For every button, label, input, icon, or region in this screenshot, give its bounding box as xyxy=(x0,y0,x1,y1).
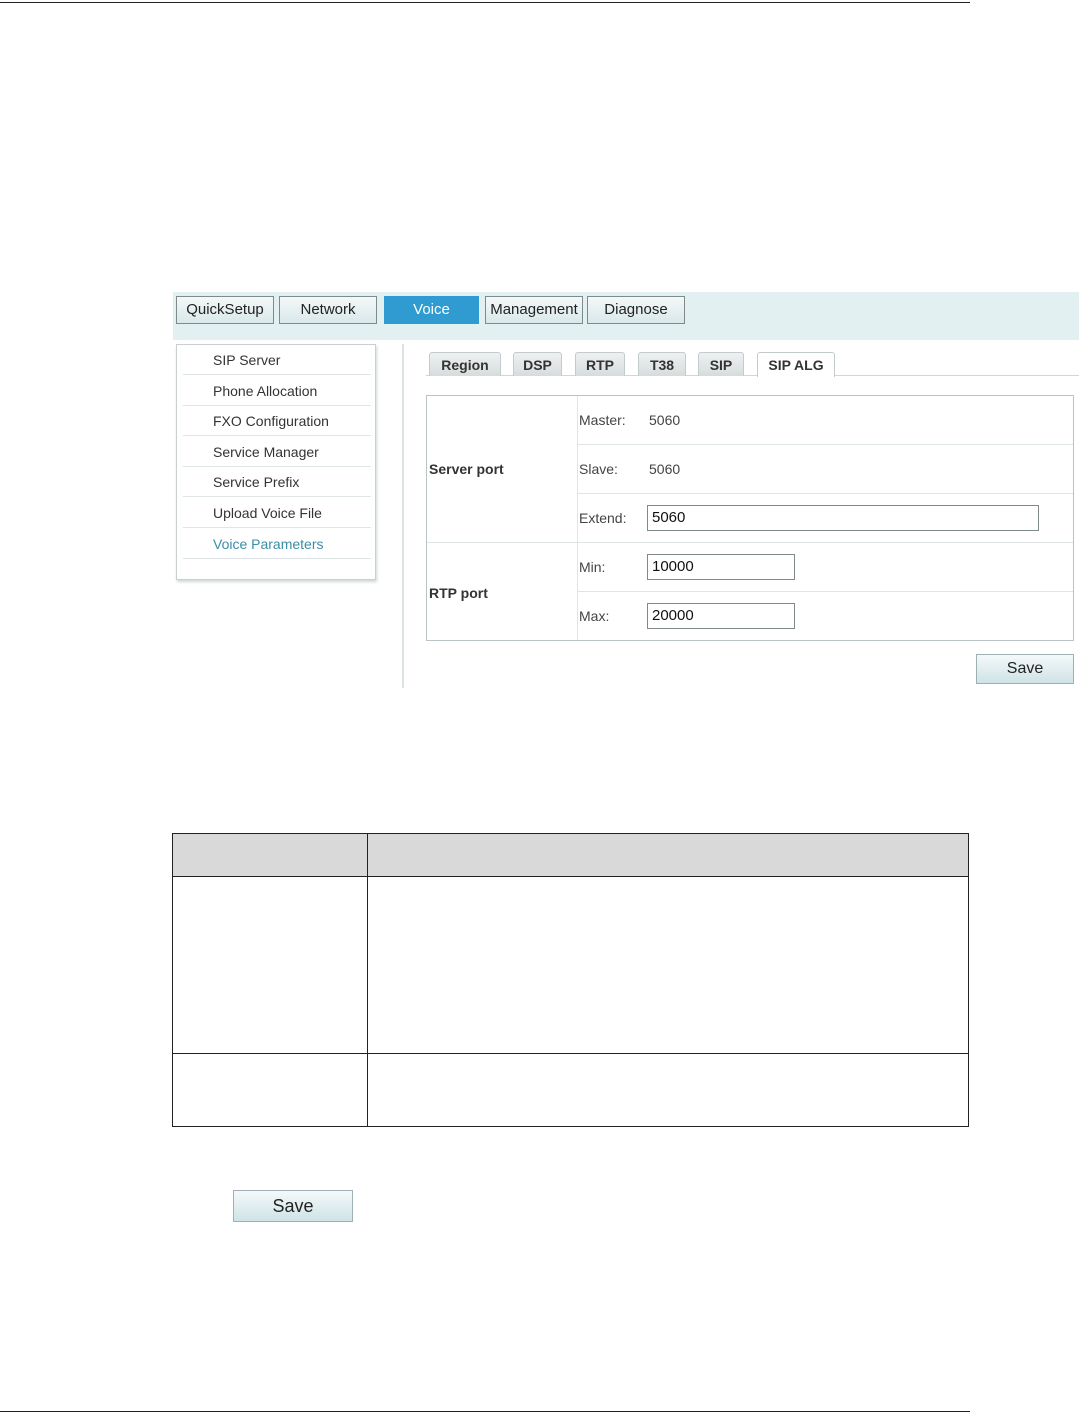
extend-port-input[interactable]: 5060 xyxy=(647,505,1039,531)
tab-sip-alg[interactable]: SIP ALG xyxy=(757,352,835,377)
sidebar-item-sip-server[interactable]: SIP Server xyxy=(183,345,371,375)
sidebar-item-upload-voice-file[interactable]: Upload Voice File xyxy=(183,498,371,528)
max-label: Max: xyxy=(579,608,610,624)
table-cell xyxy=(172,876,368,1054)
nav-tab-voice[interactable]: Voice xyxy=(384,296,479,324)
nav-tab-network[interactable]: Network xyxy=(279,296,377,324)
parameter-table xyxy=(172,833,969,1127)
rtp-min-input[interactable]: 10000 xyxy=(647,554,795,580)
sip-alg-form: Server port Master: 5060 Slave: 5060 Ext… xyxy=(426,395,1074,641)
master-value: 5060 xyxy=(649,412,681,428)
save-button[interactable]: Save xyxy=(976,654,1074,684)
min-label: Min: xyxy=(579,559,606,575)
table-cell xyxy=(367,876,969,1054)
table-row xyxy=(172,1053,969,1127)
master-label: Master: xyxy=(579,412,626,428)
rtp-max-input[interactable]: 20000 xyxy=(647,603,795,629)
table-header-row xyxy=(172,833,969,877)
sidebar-item-fxo-configuration[interactable]: FXO Configuration xyxy=(183,406,371,436)
tab-region[interactable]: Region xyxy=(429,352,501,376)
nav-tab-management[interactable]: Management xyxy=(485,296,583,324)
top-nav: QuickSetup Network Voice Management Diag… xyxy=(173,292,1079,340)
footer-rule xyxy=(0,1411,970,1412)
tab-t38[interactable]: T38 xyxy=(638,352,686,376)
header-rule xyxy=(0,2,970,3)
screenshot-panel: QuickSetup Network Voice Management Diag… xyxy=(173,292,1079,688)
rtp-port-label: RTP port xyxy=(429,585,488,601)
row-divider xyxy=(577,493,1073,494)
slave-label: Slave: xyxy=(579,461,618,477)
table-row xyxy=(172,876,969,1054)
row-divider xyxy=(577,444,1073,445)
server-port-label: Server port xyxy=(429,461,504,477)
sidebar-item-phone-allocation[interactable]: Phone Allocation xyxy=(183,376,371,406)
sidebar: SIP Server Phone Allocation FXO Configur… xyxy=(176,344,376,580)
table-header-cell xyxy=(172,833,368,877)
slave-value: 5060 xyxy=(649,461,681,477)
nav-tab-diagnose[interactable]: Diagnose xyxy=(587,296,685,324)
nav-tab-quicksetup[interactable]: QuickSetup xyxy=(176,296,274,324)
group-divider xyxy=(427,542,1073,543)
tab-rtp[interactable]: RTP xyxy=(575,352,625,376)
extend-label: Extend: xyxy=(579,510,627,526)
table-header-cell xyxy=(367,833,969,877)
table-cell xyxy=(172,1053,368,1127)
table-cell xyxy=(367,1053,969,1127)
tab-dsp[interactable]: DSP xyxy=(513,352,562,376)
sidebar-item-service-prefix[interactable]: Service Prefix xyxy=(183,467,371,497)
row-divider xyxy=(577,591,1073,592)
doc-save-button[interactable]: Save xyxy=(233,1190,353,1222)
sidebar-item-voice-parameters[interactable]: Voice Parameters xyxy=(183,529,371,559)
sidebar-item-service-manager[interactable]: Service Manager xyxy=(183,437,371,467)
tab-sip[interactable]: SIP xyxy=(698,352,744,376)
content-divider xyxy=(402,344,404,688)
form-column-divider xyxy=(577,396,578,640)
